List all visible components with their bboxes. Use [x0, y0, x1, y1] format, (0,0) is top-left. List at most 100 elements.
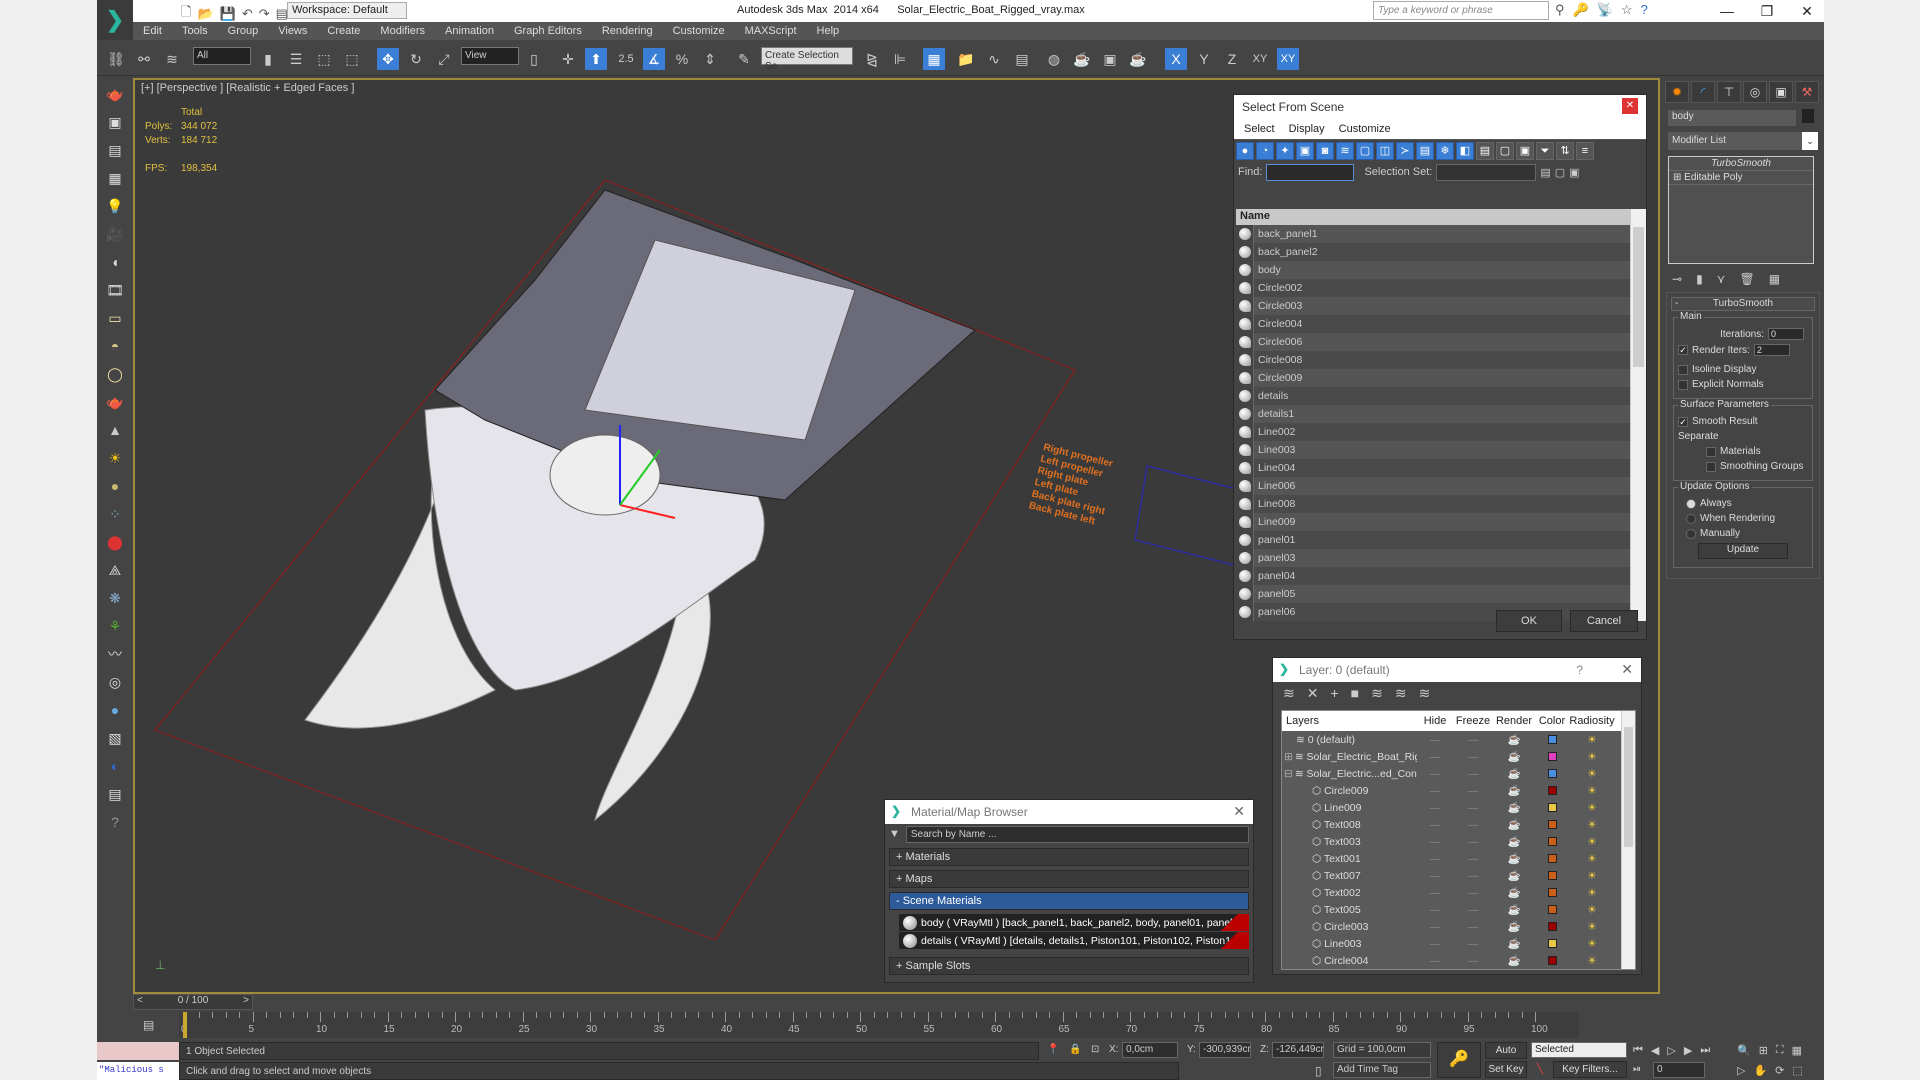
help-icon[interactable]: ?	[1641, 2, 1648, 18]
hierarchy-tab-icon[interactable]: ⊤	[1717, 81, 1741, 103]
freeze-toggle[interactable]: —	[1453, 785, 1493, 797]
undo-icon[interactable]: ↶	[242, 6, 253, 22]
layer-row[interactable]: ⬡ Text005— — ☕ ☀	[1282, 901, 1635, 918]
radiosity-sun-icon[interactable]: ☀	[1569, 836, 1615, 848]
pivot-center-icon[interactable]: ▯	[523, 48, 545, 70]
teapot-icon[interactable]: 🫖	[102, 82, 128, 106]
list-panel-icon[interactable]: ▤	[102, 138, 128, 162]
menu-tools[interactable]: Tools	[182, 25, 208, 37]
layer-color-swatch[interactable]	[1547, 939, 1557, 948]
menu-customize[interactable]: Customize	[673, 25, 725, 37]
render-frame-icon[interactable]: ▣	[102, 110, 128, 134]
set-key-button[interactable]: Set Key	[1485, 1061, 1527, 1078]
layer-row[interactable]: ⬡ Line003— — ☕ ☀	[1282, 935, 1635, 952]
select-objects-in-layer-icon[interactable]: ■	[1351, 685, 1359, 701]
default-in-out-tangent-icon[interactable]: ╲	[1537, 1064, 1543, 1075]
infocenter-search-input[interactable]: Type a keyword or phrase	[1373, 1, 1549, 20]
time-slider-prev[interactable]: <	[134, 995, 143, 1006]
orbit-icon[interactable]: ⟳	[1775, 1064, 1784, 1077]
x-coordinate-field[interactable]: 0,0cm	[1122, 1042, 1178, 1058]
y-coordinate-field[interactable]: -300,939cr	[1199, 1042, 1251, 1058]
zoom-extents-all-icon[interactable]: ▦	[1792, 1044, 1802, 1057]
menu-create[interactable]: Create	[327, 25, 360, 37]
mesh-tool-icon[interactable]: ⟁	[102, 558, 128, 582]
window-crossing-icon[interactable]: ⬚	[341, 48, 363, 70]
layer-color-swatch[interactable]	[1547, 752, 1557, 761]
layer-row[interactable]: ⬡ Circle003— — ☕ ☀	[1282, 918, 1635, 935]
radiosity-sun-icon[interactable]: ☀	[1569, 785, 1615, 797]
expand-toggle-icon[interactable]: ⊞	[1284, 751, 1293, 763]
close-icon[interactable]: ✕	[1233, 803, 1245, 820]
search-by-name-input[interactable]: Search by Name ...	[905, 825, 1249, 843]
select-object-icon[interactable]: ▮	[257, 48, 279, 70]
dome-light-icon[interactable]: ◓	[102, 334, 128, 358]
show-end-result-icon[interactable]: ▮	[1696, 272, 1703, 286]
list-item[interactable]: Line004	[1236, 459, 1646, 477]
help-icon[interactable]: ?	[102, 810, 128, 834]
render-teapot-icon[interactable]: ☕	[1493, 903, 1535, 916]
spinner-snap-icon[interactable]: ⇕	[699, 48, 721, 70]
layer-color-swatch[interactable]	[1547, 905, 1557, 914]
sort-icon[interactable]: ⇅	[1556, 141, 1574, 160]
ies-light-icon[interactable]: 🫖	[102, 390, 128, 414]
column-hide[interactable]: Hide	[1417, 715, 1453, 727]
hair-fur-icon[interactable]: 〰	[102, 642, 128, 666]
list-item[interactable]: back_panel2	[1236, 243, 1646, 261]
modify-tab-icon[interactable]: ◜	[1691, 81, 1715, 103]
metaball-icon[interactable]: ⬤	[102, 530, 128, 554]
time-slider-next[interactable]: >	[243, 995, 252, 1006]
selection-set-dropdown[interactable]	[1436, 163, 1537, 181]
freeze-toggle[interactable]: —	[1453, 836, 1493, 848]
list-item[interactable]: panel04	[1236, 567, 1646, 585]
scrollbar-thumb[interactable]	[1633, 227, 1644, 367]
create-tab-icon[interactable]: ✹	[1665, 81, 1689, 103]
display-all-icon[interactable]: ▤	[1476, 141, 1494, 160]
find-input[interactable]	[1266, 163, 1355, 181]
freeze-toggle[interactable]: —	[1453, 938, 1493, 950]
space-warps-filter-icon[interactable]: ≋	[1336, 141, 1354, 160]
render-teapot-icon[interactable]: ☕	[1493, 869, 1535, 882]
radiosity-sun-icon[interactable]: ☀	[1569, 938, 1615, 950]
scene-materials-section[interactable]: - Scene Materials	[889, 892, 1249, 910]
zoom-all-icon[interactable]: ⊞	[1759, 1044, 1768, 1057]
utilities-tab-icon[interactable]: ⚒	[1795, 81, 1819, 103]
layer-row[interactable]: ⬡ Text003— — ☕ ☀	[1282, 833, 1635, 850]
select-manipulate-icon[interactable]: ✛	[557, 48, 579, 70]
isoline-display-checkbox[interactable]	[1678, 364, 1688, 375]
column-layers[interactable]: Layers	[1282, 715, 1417, 727]
render-iters-checkbox[interactable]: ✓	[1678, 345, 1688, 355]
list-item[interactable]: back_panel1	[1236, 225, 1646, 243]
select-none-icon[interactable]: ▢	[1555, 166, 1565, 179]
render-teapot-icon[interactable]: ☕	[1493, 801, 1535, 814]
freeze-toggle[interactable]: —	[1453, 734, 1493, 746]
open-file-icon[interactable]: 📂	[197, 6, 213, 22]
layer-row[interactable]: ≋ 0 (default) — — ☕ ☀	[1282, 731, 1635, 748]
isolate-selection-icon[interactable]: 📍	[1047, 1044, 1059, 1055]
layer-row[interactable]: ⬡ Circle009— — ☕ ☀	[1282, 782, 1635, 799]
radiosity-sun-icon[interactable]: ☀	[1569, 819, 1615, 831]
previous-frame-icon[interactable]: ◀	[1651, 1044, 1659, 1057]
configure-modifier-sets-icon[interactable]: ▦	[1769, 272, 1780, 286]
radiosity-sun-icon[interactable]: ☀	[1569, 853, 1615, 865]
stack-item-editable-poly[interactable]: ⊞ Editable Poly	[1669, 171, 1813, 185]
layer-row[interactable]: ⬡ Text001— — ☕ ☀	[1282, 850, 1635, 867]
layer-manager-icon[interactable]: ▦	[923, 48, 945, 70]
scrollbar-thumb[interactable]	[1624, 727, 1633, 847]
groups-filter-icon[interactable]: ▢	[1356, 141, 1374, 160]
angle-snap-icon[interactable]: ∡	[643, 48, 665, 70]
freeze-all-layers-icon[interactable]: ≋	[1419, 685, 1431, 702]
current-frame-marker[interactable]	[183, 1012, 187, 1038]
save-file-icon[interactable]: 💾	[220, 6, 236, 22]
maxscript-listener-input[interactable]: "Malicious s	[97, 1062, 179, 1080]
render-teapot-icon[interactable]: ☕	[1493, 920, 1535, 933]
layer-color-swatch[interactable]	[1547, 956, 1557, 965]
column-render[interactable]: Render	[1493, 715, 1535, 727]
list-item[interactable]: body	[1236, 261, 1646, 279]
pin-stack-icon[interactable]: ⊸	[1672, 272, 1682, 286]
cancel-button[interactable]: Cancel	[1570, 610, 1638, 632]
freeze-toggle[interactable]: —	[1453, 751, 1493, 763]
close-icon[interactable]: ✕	[1621, 661, 1633, 678]
material-row-details[interactable]: details ( VRayMtl ) [details, details1, …	[899, 932, 1249, 949]
render-teapot-icon[interactable]: ☕	[1493, 852, 1535, 865]
hide-toggle[interactable]: —	[1417, 870, 1453, 882]
